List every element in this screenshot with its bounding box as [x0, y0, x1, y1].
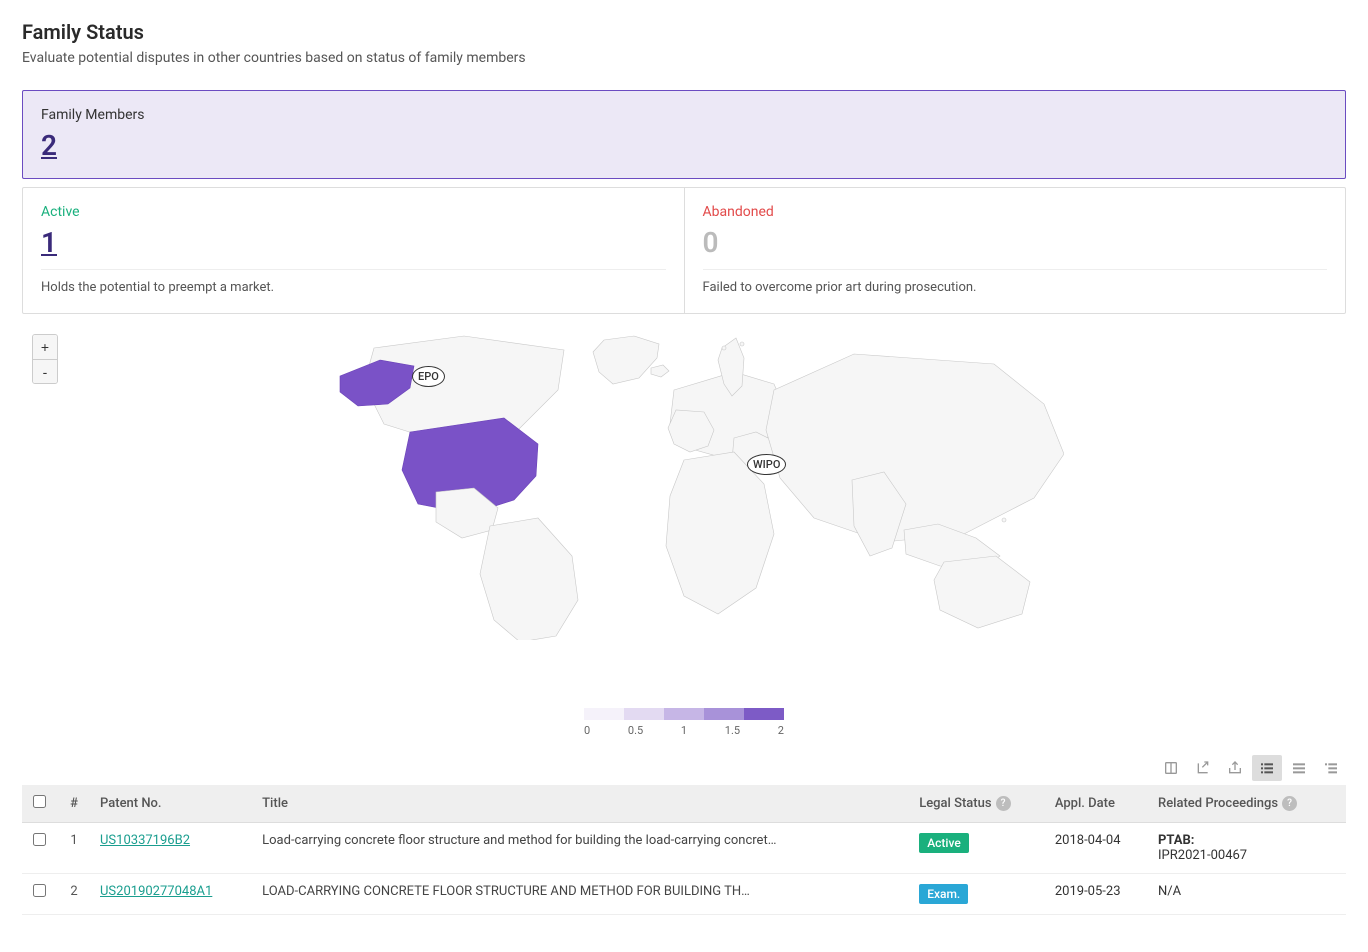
row-proceedings: N/A — [1150, 874, 1346, 915]
status-badge: Active — [919, 833, 969, 853]
patent-link[interactable]: US10337196B2 — [100, 833, 190, 848]
active-label: Active — [41, 204, 666, 220]
legend-tick: 1.5 — [725, 724, 740, 737]
abandoned-desc: Failed to overcome prior art during pros… — [703, 280, 1328, 295]
list-indent-icon[interactable] — [1316, 755, 1346, 781]
row-appl-date: 2018-04-04 — [1047, 823, 1150, 874]
map-legend: 0 0.5 1 1.5 2 — [22, 708, 1346, 737]
abandoned-value: 0 — [703, 226, 1328, 259]
family-members-card: Family Members 2 — [22, 90, 1346, 179]
col-num[interactable]: # — [56, 785, 92, 823]
row-title: LOAD-CARRYING CONCRETE FLOOR STRUCTURE A… — [254, 874, 911, 915]
row-num: 1 — [56, 823, 92, 874]
zoom-in-button[interactable]: + — [33, 335, 57, 359]
active-box: Active 1 Holds the potential to preempt … — [23, 188, 684, 313]
help-icon[interactable]: ? — [996, 796, 1011, 811]
active-desc: Holds the potential to preempt a market. — [41, 280, 666, 295]
family-members-label: Family Members — [41, 107, 1327, 123]
table-row: 2 US20190277048A1 LOAD-CARRYING CONCRETE F… — [22, 874, 1346, 915]
legend-tick: 0.5 — [628, 724, 643, 737]
book-icon[interactable] — [1156, 755, 1186, 781]
share-icon[interactable] — [1220, 755, 1250, 781]
list-rows-icon[interactable] — [1284, 755, 1314, 781]
wipo-bubble[interactable]: WIPO — [747, 454, 786, 475]
zoom-controls: + - — [32, 334, 58, 384]
row-appl-date: 2019-05-23 — [1047, 874, 1150, 915]
row-title: Load-carrying concrete floor structure a… — [254, 823, 911, 874]
export-icon[interactable] — [1188, 755, 1218, 781]
zoom-out-button[interactable]: - — [33, 359, 57, 383]
col-patent[interactable]: Patent No. — [92, 785, 254, 823]
abandoned-box: Abandoned 0 Failed to overcome prior art… — [684, 188, 1346, 313]
status-badge: Exam. — [919, 884, 968, 904]
col-proc[interactable]: Related Proceedings? — [1150, 785, 1346, 823]
table-row: 1 US10337196B2 Load-carrying concrete floo… — [22, 823, 1346, 874]
legend-tick: 1 — [681, 724, 687, 737]
row-proceedings: PTAB:IPR2021-00467 — [1150, 823, 1346, 874]
table-toolbar — [22, 751, 1346, 785]
col-appl[interactable]: Appl. Date — [1047, 785, 1150, 823]
page-title: Family Status — [22, 20, 1346, 44]
page-subtitle: Evaluate potential disputes in other cou… — [22, 50, 1346, 66]
col-legal[interactable]: Legal Status? — [911, 785, 1047, 823]
row-num: 2 — [56, 874, 92, 915]
abandoned-label: Abandoned — [703, 204, 1328, 220]
epo-bubble[interactable]: EPO — [412, 366, 445, 387]
divider — [703, 269, 1328, 270]
row-checkbox[interactable] — [33, 884, 46, 897]
family-members-value[interactable]: 2 — [41, 129, 57, 162]
world-map[interactable]: + - EPO WIPO — [22, 330, 1346, 700]
help-icon[interactable]: ? — [1282, 796, 1297, 811]
stats-row: Active 1 Holds the potential to preempt … — [22, 187, 1346, 314]
divider — [41, 269, 666, 270]
list-detailed-icon[interactable] — [1252, 755, 1282, 781]
select-all-checkbox[interactable] — [33, 795, 46, 808]
family-table: # Patent No. Title Legal Status? Appl. D… — [22, 785, 1346, 915]
legend-tick: 2 — [778, 724, 784, 737]
active-value[interactable]: 1 — [41, 226, 57, 259]
legend-tick: 0 — [584, 724, 590, 737]
col-checkbox — [22, 785, 56, 823]
row-checkbox[interactable] — [33, 833, 46, 846]
patent-link[interactable]: US20190277048A1 — [100, 884, 212, 899]
col-title[interactable]: Title — [254, 785, 911, 823]
